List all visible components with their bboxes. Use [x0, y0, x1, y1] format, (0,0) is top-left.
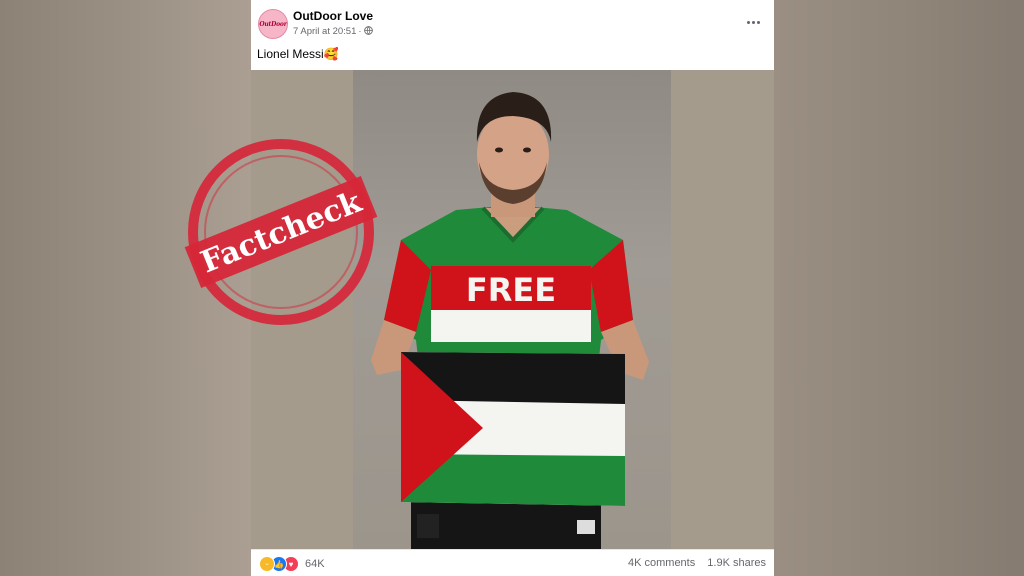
- globe-icon: [363, 26, 373, 38]
- post-meta: 7 April at 20:51 ·: [293, 26, 373, 38]
- meta-separator: ·: [358, 26, 362, 37]
- haha-icon: ᵕ: [259, 556, 275, 572]
- post-footer: ᵕ 👍 ♥ 64K 4K comments 1.9K shares: [251, 549, 774, 576]
- factcheck-stamp: Factcheck: [184, 139, 378, 325]
- dot-icon: [756, 20, 760, 24]
- shares-count[interactable]: 1.9K shares: [707, 557, 766, 569]
- shirt-text-line2: PALESTINE: [433, 311, 590, 341]
- reactions-summary[interactable]: ᵕ 👍 ♥ 64K: [259, 556, 325, 572]
- page-name[interactable]: OutDoor Love: [293, 9, 373, 23]
- post-caption: Lionel Messi🥰: [257, 47, 339, 61]
- reaction-count[interactable]: 64K: [305, 558, 325, 570]
- post-header: OutDoor OutDoor Love 7 April at 20:51 ·: [251, 0, 774, 44]
- comments-count[interactable]: 4K comments: [628, 557, 695, 569]
- dot-icon: [746, 20, 750, 24]
- dot-icon: [751, 20, 755, 24]
- post-timestamp[interactable]: 7 April at 20:51: [293, 26, 356, 37]
- shirt-text-line1: FREE: [466, 271, 556, 309]
- more-options-button[interactable]: [741, 12, 765, 32]
- post-stats: 4K comments 1.9K shares: [619, 557, 766, 569]
- page-avatar[interactable]: OutDoor: [258, 9, 288, 39]
- blurred-background-right: [774, 0, 1024, 576]
- avatar-logo-text: OutDoor: [259, 20, 287, 28]
